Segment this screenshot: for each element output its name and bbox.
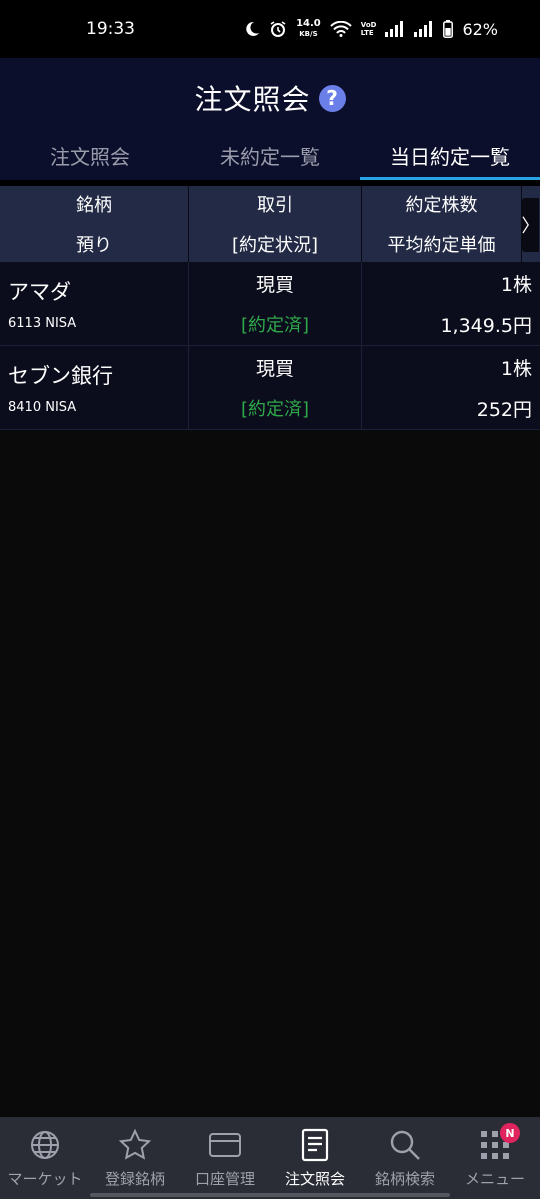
- nav-menu[interactable]: N メニュー: [450, 1117, 540, 1199]
- nav-market-label: マーケット: [7, 1169, 83, 1188]
- nav-account[interactable]: 口座管理: [180, 1117, 270, 1199]
- battery-percent: 62%: [462, 19, 498, 39]
- status-icons: 14.0 KB/S VoD LTE 62%: [244, 19, 498, 39]
- execution-list: アマダ 6113 NISA 現買 [約定済] 1株 1,349.5円 セブン銀行…: [0, 262, 540, 430]
- exec-qty: 1株: [500, 273, 532, 296]
- tab-unexecuted-list[interactable]: 未約定一覧: [180, 138, 360, 180]
- header-col-stock: 銘柄 預り: [0, 186, 189, 262]
- moon-icon: [244, 21, 260, 37]
- status-time: 19:33: [86, 19, 135, 39]
- status-bar: 19:33 14.0 KB/S VoD LTE 62%: [0, 0, 540, 58]
- header-trade: 取引: [257, 195, 293, 216]
- help-icon[interactable]: ?: [318, 84, 346, 112]
- volte-line2: LTE: [360, 29, 374, 37]
- cell-trade: 現買 [約定済]: [189, 346, 362, 429]
- nav-order-inquiry-label: 注文照会: [284, 1169, 345, 1188]
- menu-badge: N: [500, 1123, 520, 1143]
- header-col-trade: 取引 [約定状況]: [189, 186, 362, 262]
- nav-order-inquiry[interactable]: 注文照会: [270, 1117, 360, 1199]
- exec-status: [約定済]: [240, 399, 310, 420]
- search-icon: [388, 1128, 422, 1162]
- nav-market[interactable]: マーケット: [0, 1117, 90, 1199]
- tab-order-inquiry[interactable]: 注文照会: [0, 138, 180, 180]
- header-exec-status: [約定状況]: [231, 235, 319, 256]
- table-header: 銘柄 預り 取引 [約定状況] 約定株数 平均約定単価 〉: [0, 186, 540, 262]
- bottom-nav: マーケット 登録銘柄 口座管理 注文照会 銘柄検索 N メニュー: [0, 1117, 540, 1199]
- trade-type: 現買: [255, 358, 294, 380]
- exec-qty: 1株: [500, 357, 532, 380]
- nav-account-label: 口座管理: [194, 1169, 255, 1188]
- globe-icon: [28, 1128, 62, 1162]
- signal-icon-2: [414, 21, 434, 37]
- avg-price: 252円: [476, 398, 532, 421]
- header-stock: 銘柄: [76, 195, 112, 216]
- next-columns-button[interactable]: 〉: [522, 198, 540, 252]
- header-custody: 預り: [76, 235, 112, 256]
- exec-status: [約定済]: [240, 315, 310, 336]
- page-title: 注文照会: [194, 83, 311, 116]
- nav-stock-search-label: 銘柄検索: [374, 1169, 435, 1188]
- header-col-qty: 約定株数 平均約定単価: [362, 186, 522, 262]
- header-avg-price: 平均約定単価: [387, 235, 496, 256]
- header-exec-qty: 約定株数: [405, 195, 478, 216]
- app-header: 注文照会 ?: [0, 58, 540, 138]
- volte-line1: VoD: [360, 21, 377, 29]
- net-speed: 14.0 KB/S: [296, 19, 321, 39]
- tab-bar: 注文照会 未約定一覧 当日約定一覧: [0, 138, 540, 180]
- cell-trade: 現買 [約定済]: [189, 262, 362, 345]
- battery-icon: [443, 20, 454, 38]
- cell-qty: 1株 252円: [362, 346, 540, 429]
- signal-icon-1: [385, 21, 405, 37]
- trade-type: 現買: [255, 274, 294, 296]
- nav-stock-search[interactable]: 銘柄検索: [360, 1117, 450, 1199]
- stock-code: 6113 NISA: [8, 316, 77, 331]
- tab-today-executed-list[interactable]: 当日約定一覧: [360, 138, 540, 180]
- stock-code: 8410 NISA: [8, 400, 77, 415]
- stock-name: アマダ: [8, 280, 71, 304]
- nav-watchlist-label: 登録銘柄: [104, 1169, 165, 1188]
- cell-stock: アマダ 6113 NISA: [0, 262, 189, 345]
- stock-name: セブン銀行: [8, 364, 113, 388]
- alarm-icon: [269, 20, 287, 38]
- star-icon: [118, 1128, 152, 1162]
- cell-stock: セブン銀行 8410 NISA: [0, 346, 189, 429]
- avg-price: 1,349.5円: [440, 314, 532, 337]
- table-row[interactable]: アマダ 6113 NISA 現買 [約定済] 1株 1,349.5円: [0, 262, 540, 346]
- document-icon: [298, 1128, 332, 1162]
- nav-watchlist[interactable]: 登録銘柄: [90, 1117, 180, 1199]
- nav-menu-label: メニュー: [464, 1169, 525, 1188]
- net-speed-value: 14.0: [296, 18, 321, 29]
- table-row[interactable]: セブン銀行 8410 NISA 現買 [約定済] 1株 252円: [0, 346, 540, 430]
- card-icon: [208, 1128, 242, 1162]
- net-speed-unit: KB/S: [299, 30, 318, 38]
- home-indicator: [90, 1193, 450, 1197]
- volte-indicator: VoD LTE: [361, 21, 377, 37]
- wifi-icon: [330, 21, 352, 37]
- cell-qty: 1株 1,349.5円: [362, 262, 540, 345]
